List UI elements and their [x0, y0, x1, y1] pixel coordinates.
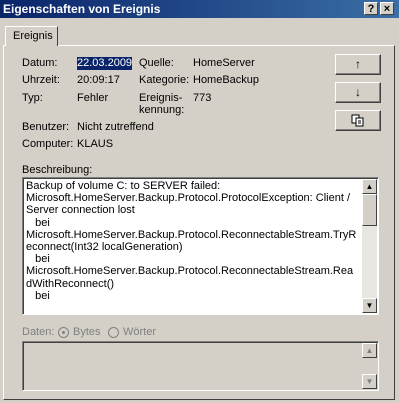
data-textbox: ▲ ▼ — [22, 341, 379, 391]
data-scroll-down-button: ▼ — [362, 374, 377, 389]
data-scroll-up-button: ▲ — [362, 343, 377, 358]
help-button[interactable]: ? — [364, 2, 378, 15]
benutzer-label: Benutzer: — [22, 121, 70, 133]
datum-value: 22.03.2009 — [77, 57, 133, 70]
radio-bytes[interactable] — [58, 327, 69, 338]
benutzer-value: Nicht zutreffend — [77, 121, 154, 133]
window-title: Eigenschaften von Ereignis — [3, 2, 161, 16]
daten-label: Daten: — [22, 326, 55, 338]
close-button[interactable]: × — [380, 2, 394, 15]
copy-button[interactable] — [335, 110, 381, 131]
description-label: Beschreibung: — [22, 164, 93, 176]
scroll-thumb[interactable] — [362, 194, 377, 226]
typ-value: Fehler — [77, 92, 109, 104]
computer-label: Computer: — [22, 138, 74, 150]
radio-bytes-label: Bytes — [73, 326, 101, 338]
arrow-down-icon: ↓ — [355, 85, 361, 99]
radio-woerter[interactable] — [108, 327, 119, 338]
next-event-button[interactable]: ↓ — [335, 82, 381, 103]
typ-label: Typ: — [22, 92, 43, 104]
radio-woerter-label: Wörter — [123, 326, 156, 338]
data-scrollbar: ▲ ▼ — [362, 343, 377, 389]
scroll-up-button[interactable]: ▲ — [362, 179, 377, 194]
description-scrollbar[interactable]: ▲ ▼ — [362, 179, 377, 313]
uhrzeit-value: 20:09:17 — [77, 74, 120, 86]
ereignis-value: 773 — [193, 92, 212, 104]
datum-label: Datum: — [22, 57, 58, 69]
ereignis-label-line2: kennung: — [139, 104, 185, 116]
quelle-label: Quelle: — [139, 57, 174, 69]
previous-event-button[interactable]: ↑ — [335, 54, 381, 75]
copy-icon — [351, 114, 364, 127]
quelle-value: HomeServer — [193, 57, 255, 69]
kategorie-value: HomeBackup — [193, 74, 260, 86]
description-textbox[interactable]: Backup of volume C: to SERVER failed: Mi… — [22, 177, 379, 315]
computer-value: KLAUS — [77, 138, 114, 150]
tab-ereignis[interactable]: Ereignis — [5, 26, 58, 46]
title-bar: Eigenschaften von Ereignis ? × — [0, 0, 399, 18]
uhrzeit-label: Uhrzeit: — [22, 74, 60, 86]
kategorie-label: Kategorie: — [139, 74, 190, 86]
scroll-down-button[interactable]: ▼ — [362, 298, 377, 313]
description-text: Backup of volume C: to SERVER failed: Mi… — [26, 180, 357, 302]
arrow-up-icon: ↑ — [355, 57, 361, 71]
